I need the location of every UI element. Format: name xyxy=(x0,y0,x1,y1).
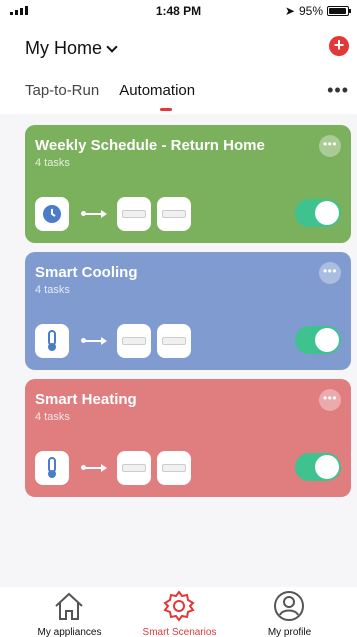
device-tile xyxy=(157,324,191,358)
air-conditioner-icon xyxy=(122,337,146,345)
nav-label: My profile xyxy=(267,627,312,637)
nav-label: Smart Scenarios xyxy=(142,627,217,637)
air-conditioner-icon xyxy=(162,210,186,218)
trigger-tile xyxy=(35,451,69,485)
card-more-button[interactable]: ••• xyxy=(319,135,341,157)
arrow-icon xyxy=(81,210,107,218)
home-icon xyxy=(55,592,83,620)
device-tile xyxy=(117,197,151,231)
device-tile xyxy=(157,451,191,485)
gear-icon xyxy=(163,590,195,622)
battery-percent: 95% xyxy=(298,4,323,18)
chevron-down-icon xyxy=(106,40,118,53)
status-bar: 1:48 PM ➤ 95% xyxy=(0,0,357,22)
card-more-button[interactable]: ••• xyxy=(319,262,341,284)
card-title: Weekly Schedule - Return Home xyxy=(35,137,265,154)
automation-card[interactable]: Weekly Schedule - Return Home 4 tasks ••… xyxy=(25,125,351,243)
tab-active-indicator xyxy=(160,108,172,111)
location-arrow-icon: ➤ xyxy=(284,4,295,18)
bottom-nav: My appliances Smart Scenarios My profile xyxy=(0,587,357,637)
tab-tap-to-run[interactable]: Tap-to-Run xyxy=(25,82,99,99)
air-conditioner-icon xyxy=(162,464,186,472)
clock-icon xyxy=(43,205,61,223)
automation-card[interactable]: Smart Cooling 4 tasks ••• xyxy=(25,252,351,370)
automation-toggle[interactable] xyxy=(295,453,341,481)
arrow-icon xyxy=(81,337,107,345)
device-tile xyxy=(117,324,151,358)
trigger-tile xyxy=(35,197,69,231)
add-button[interactable]: + xyxy=(329,36,349,56)
arrow-icon xyxy=(81,464,107,472)
user-icon xyxy=(274,591,304,621)
card-subtitle: 4 tasks xyxy=(35,411,70,423)
air-conditioner-icon xyxy=(162,337,186,345)
tab-automation[interactable]: Automation xyxy=(119,82,195,99)
device-tile xyxy=(117,451,151,485)
air-conditioner-icon xyxy=(122,210,146,218)
home-selector[interactable]: My Home xyxy=(25,38,118,59)
trigger-tile xyxy=(35,324,69,358)
thermometer-icon xyxy=(48,330,56,351)
more-icon[interactable]: ••• xyxy=(327,80,349,101)
air-conditioner-icon xyxy=(122,464,146,472)
card-title: Smart Heating xyxy=(35,391,137,408)
device-tile xyxy=(157,197,191,231)
automation-toggle[interactable] xyxy=(295,326,341,354)
tab-bar: Tap-to-Run Automation xyxy=(25,82,195,99)
automation-toggle[interactable] xyxy=(295,199,341,227)
battery-icon xyxy=(327,6,351,16)
card-subtitle: 4 tasks xyxy=(35,284,70,296)
home-title: My Home xyxy=(25,38,103,58)
thermometer-icon xyxy=(48,457,56,478)
header: My Home + Tap-to-Run Automation ••• xyxy=(0,22,357,114)
card-title: Smart Cooling xyxy=(35,264,138,281)
nav-label: My appliances xyxy=(37,627,102,637)
automation-card[interactable]: Smart Heating 4 tasks ••• xyxy=(25,379,351,497)
card-subtitle: 4 tasks xyxy=(35,157,70,169)
card-more-button[interactable]: ••• xyxy=(319,389,341,411)
